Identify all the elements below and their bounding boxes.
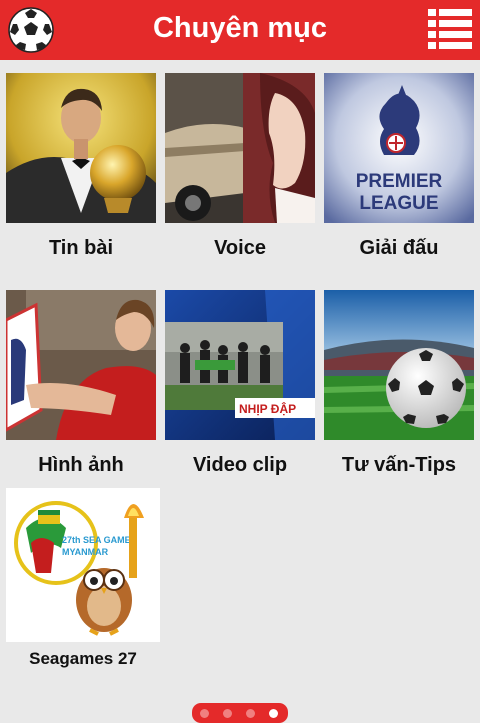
thumbnail-player-in-red-jersey <box>6 290 156 440</box>
category-video-clip[interactable]: NHỊP ĐẬP Video clip <box>165 290 315 480</box>
thumbnail-player-with-golden-ball <box>6 73 156 223</box>
page-dot[interactable] <box>200 709 209 718</box>
category-tu-van-tips[interactable]: Tư vấn-Tips <box>324 290 474 480</box>
category-label: Tin bài <box>48 237 114 259</box>
category-seagames-27[interactable]: 27th SEA GAMES MYANMAR Seagames 27 <box>6 488 160 672</box>
logo-text-league: LEAGUE <box>359 193 438 214</box>
page-dot[interactable] <box>246 709 255 718</box>
video-overlay-text: NHỊP ĐẬP <box>239 401 296 416</box>
logo-text-premier: PREMIER <box>356 171 443 192</box>
header-bar: Chuyên mục <box>0 0 480 60</box>
category-voice[interactable]: Voice <box>165 73 315 263</box>
category-label: Hình ảnh <box>38 454 124 476</box>
thumbnail-woman-profile-and-car <box>165 73 315 223</box>
thumbnail-football-on-stadium-pitch <box>324 290 474 440</box>
page-dot[interactable] <box>223 709 232 718</box>
list-menu-icon[interactable] <box>426 6 474 54</box>
category-label: Voice <box>214 237 266 259</box>
thumbnail-tv-clip-team-huddle: NHỊP ĐẬP <box>165 290 315 440</box>
category-hinh-anh[interactable]: Hình ảnh <box>6 290 156 480</box>
thumbnail-premier-league-logo: PREMIER LEAGUE <box>324 73 474 223</box>
seagames-logo-country: MYANMAR <box>62 547 109 557</box>
category-label: Video clip <box>192 454 288 476</box>
page-indicator[interactable] <box>192 703 288 723</box>
category-tin-bai[interactable]: Tin bài <box>6 73 156 263</box>
category-label: Giải đấu <box>359 237 439 259</box>
category-giai-dau[interactable]: PREMIER LEAGUE Giải đấu <box>324 73 474 263</box>
category-label: Tư vấn-Tips <box>341 454 457 476</box>
category-label: Seagames 27 <box>29 649 137 668</box>
seagames-logo-text: 27th SEA GAMES <box>62 535 137 545</box>
thumbnail-seagames-mascot-with-torch: 27th SEA GAMES MYANMAR <box>6 488 160 642</box>
page-title: Chuyên mục <box>152 12 328 44</box>
page-dot-active[interactable] <box>269 709 278 718</box>
